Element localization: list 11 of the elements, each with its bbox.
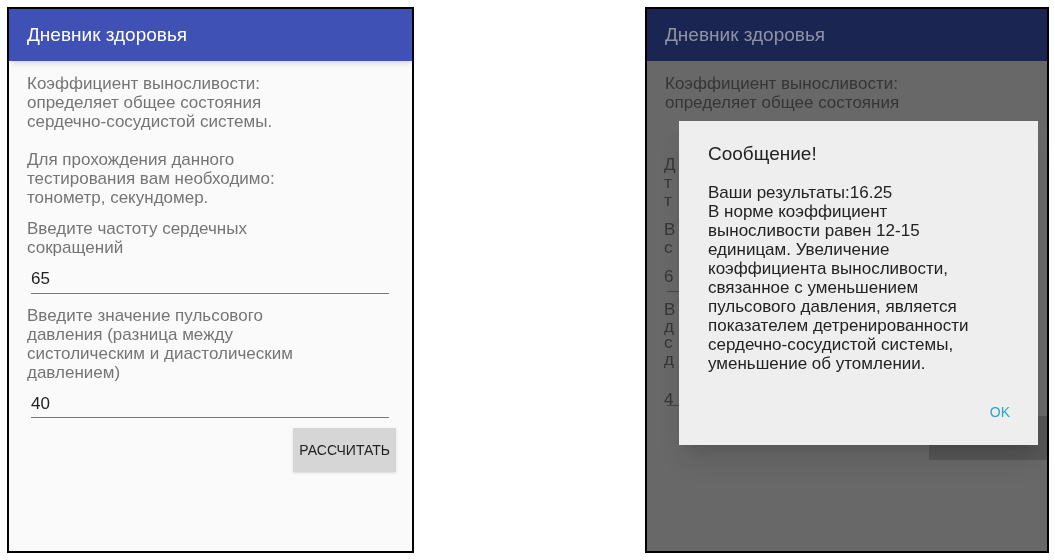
description-text: Для прохождения данного тестирования вам необходимо: тонометр, секундомер. <box>27 150 276 207</box>
number-field[interactable]: 65 <box>31 266 389 294</box>
calculate-button[interactable]: РАССЧИТАТЬ <box>293 428 396 472</box>
dialog-message: Ваши результаты:16.25 В норме коэффициент выносливости равен 12-15 единицам. Увеличение коэффициента выносливости, связанное с уменьшением пульсового давления, является показателем детренированности сердечно-сосудистой системы, уменьшение об утомлении. <box>708 183 970 373</box>
number-field[interactable]: 40 <box>31 390 389 418</box>
app-title: Дневник здоровья <box>27 22 188 47</box>
dialog-title: Сообщение! <box>708 143 818 165</box>
field-label: Введите значение пульсового давления (разница между систолическим и диастолическим давлением) <box>27 305 294 382</box>
app-title: Дневник здоровья <box>665 22 826 47</box>
description-text: Коэффициент выносливости: определяет общее состояния сердечно-сосудистой системы. <box>27 74 274 131</box>
field-label: Введите частоту сердечных сокращений <box>27 219 248 257</box>
